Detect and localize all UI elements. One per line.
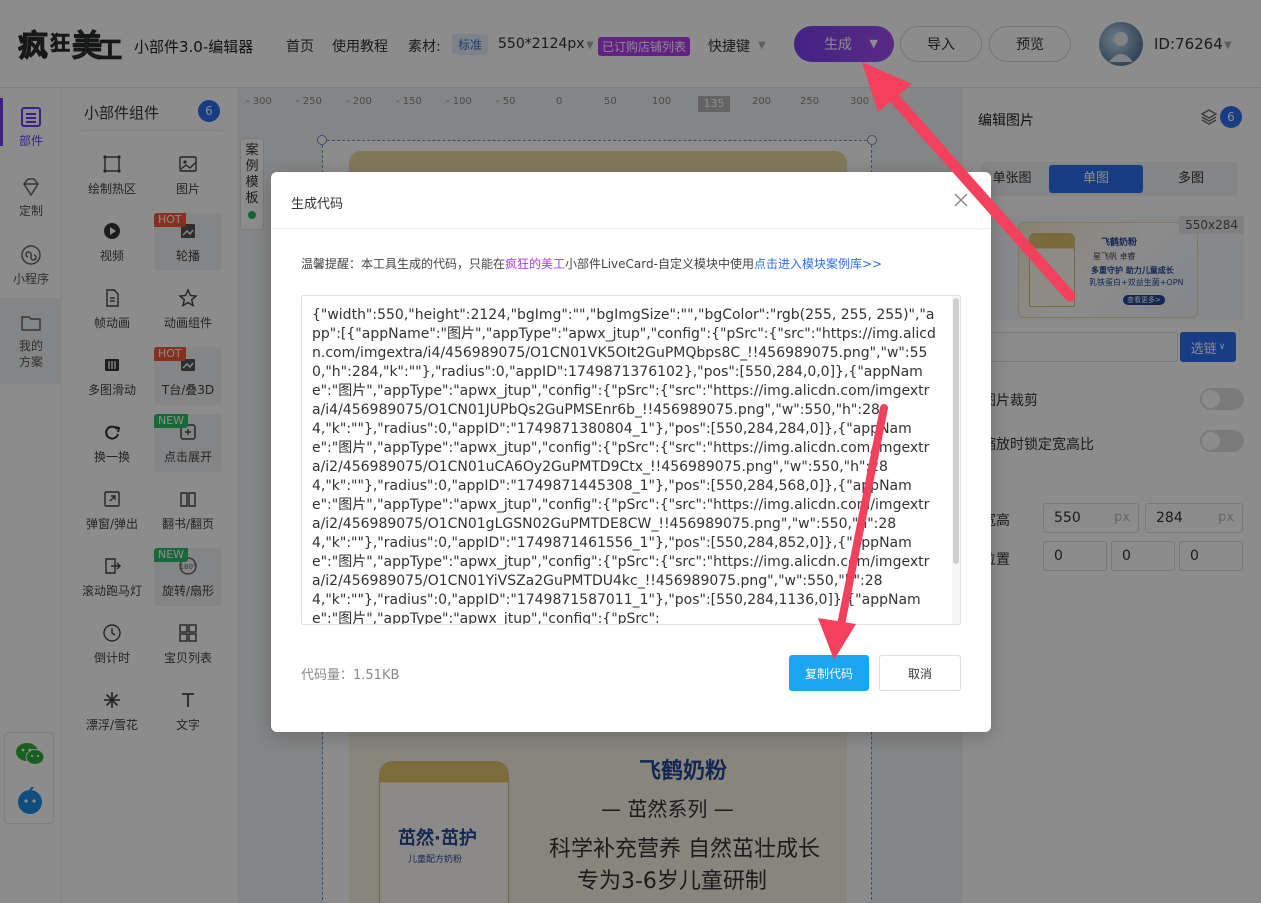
generate-code-dialog: 生成代码 温馨提醒：本工具生成的代码，只能在疯狂的美工小部件LiveCard-自… <box>271 172 991 732</box>
copy-code-button[interactable]: 复制代码 <box>789 655 869 691</box>
cancel-button[interactable]: 取消 <box>879 655 961 691</box>
code-textarea[interactable]: {"width":550,"height":2124,"bgImg":"","b… <box>301 295 961 625</box>
case-library-link[interactable]: 点击进入模块案例库>> <box>754 257 882 271</box>
tip-prefix: 温馨提醒：本工具生成的代码，只能在 <box>301 257 506 271</box>
tip-middle: 小部件LiveCard-自定义模块中使用 <box>565 257 754 271</box>
scrollbar-thumb[interactable] <box>953 298 959 564</box>
close-icon[interactable] <box>953 192 969 208</box>
code-content: {"width":550,"height":2124,"bgImg":"","b… <box>312 307 936 625</box>
usage-tip: 温馨提醒：本工具生成的代码，只能在疯狂的美工小部件LiveCard-自定义模块中… <box>301 255 882 272</box>
tip-brand-link[interactable]: 疯狂的美工 <box>505 257 565 271</box>
dialog-title: 生成代码 <box>291 197 344 212</box>
divider <box>271 228 991 229</box>
code-size: 代码量：1.51KB <box>301 668 400 683</box>
scrollbar[interactable] <box>952 296 960 624</box>
